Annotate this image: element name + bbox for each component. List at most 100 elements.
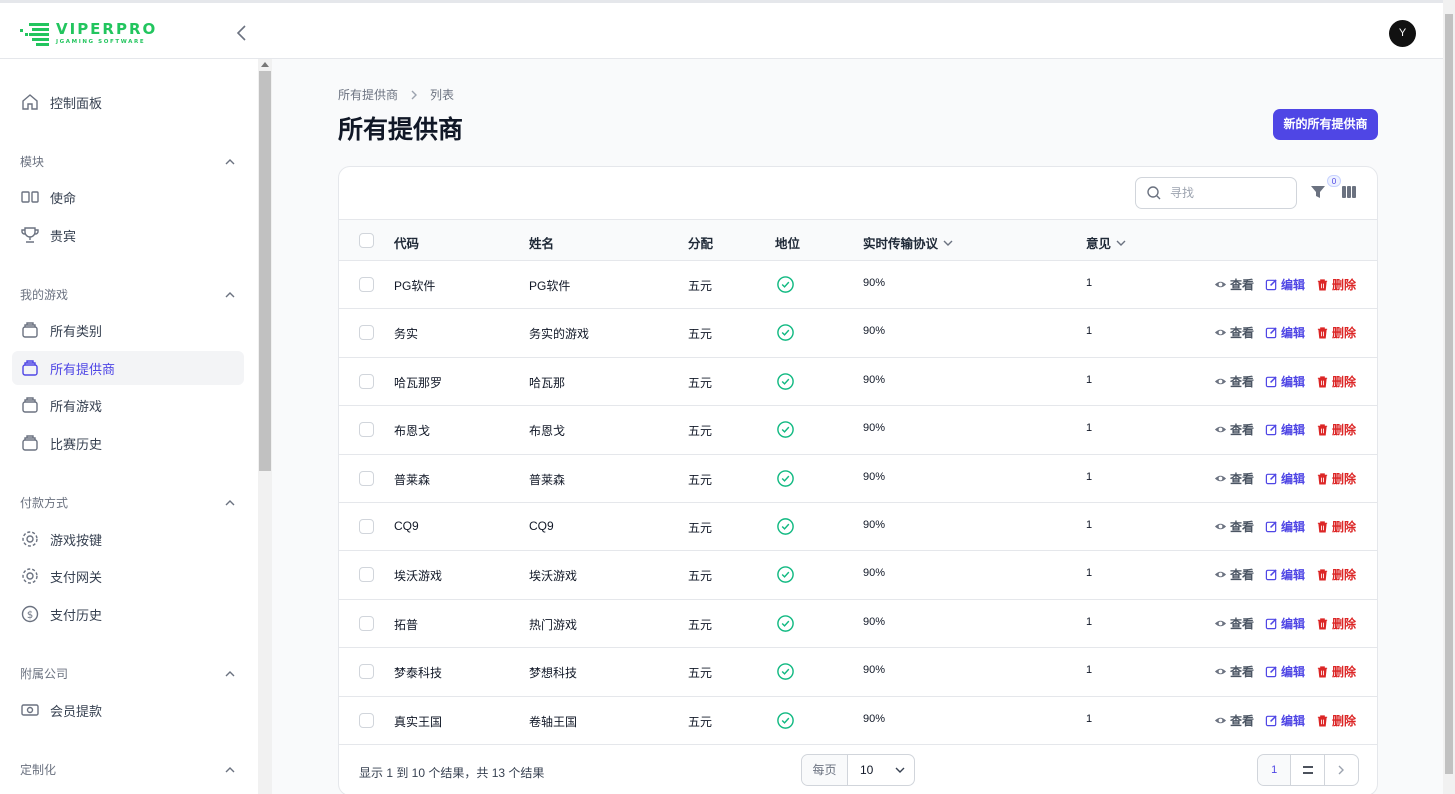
sidebar-scrollbar[interactable] <box>258 59 272 794</box>
user-avatar[interactable]: Y <box>1389 20 1416 47</box>
stack-icon <box>22 322 38 338</box>
delete-button[interactable]: 删除 <box>1316 566 1356 583</box>
edit-button[interactable]: 编辑 <box>1265 518 1305 535</box>
next-page-button[interactable] <box>1325 755 1358 785</box>
sidebar-item-dashboard[interactable]: 控制面板 <box>12 85 244 119</box>
page-ellipsis-button[interactable] <box>1291 755 1325 785</box>
breadcrumb-parent[interactable]: 所有提供商 <box>338 86 398 103</box>
column-header-rtp[interactable]: 实时传输协议 <box>863 233 954 252</box>
table-header: 代码 姓名 分配 地位 实时传输协议 意见 <box>339 219 1377 261</box>
sidebar-item-label: 所有提供商 <box>50 361 116 377</box>
pencil-square-icon <box>1265 472 1277 484</box>
sidebar-item-all-providers[interactable]: 所有提供商 <box>12 351 244 385</box>
view-button[interactable]: 查看 <box>1214 712 1254 729</box>
sidebar-item-missions[interactable]: 使命 <box>12 180 244 214</box>
edit-button[interactable]: 编辑 <box>1265 663 1305 680</box>
sidebar-group-modules[interactable]: 模块 <box>20 153 236 170</box>
chevron-down-icon <box>1116 240 1126 246</box>
sidebar-item-match-history[interactable]: 比赛历史 <box>12 426 244 460</box>
new-provider-button[interactable]: 新的所有提供商 <box>1273 109 1378 140</box>
edit-button[interactable]: 编辑 <box>1265 421 1305 438</box>
pencil-square-icon <box>1265 666 1277 678</box>
chevron-right-icon <box>411 90 418 99</box>
row-checkbox[interactable] <box>359 712 374 728</box>
sidebar-item-payment-history[interactable]: $ 支付历史 <box>12 597 244 631</box>
cell-distribution: 五元 <box>688 375 713 390</box>
sidebar-item-vip[interactable]: 贵宾 <box>12 218 244 252</box>
delete-button[interactable]: 删除 <box>1316 324 1356 341</box>
delete-button[interactable]: 删除 <box>1316 421 1356 438</box>
trash-icon <box>1317 472 1328 485</box>
trash-icon <box>1317 521 1328 533</box>
view-button[interactable]: 查看 <box>1214 276 1254 293</box>
sidebar-item-label: 所有类别 <box>50 323 103 339</box>
delete-button[interactable]: 删除 <box>1316 663 1356 680</box>
page-button-current[interactable]: 1 <box>1258 755 1292 785</box>
delete-button[interactable]: 删除 <box>1316 615 1356 632</box>
row-checkbox[interactable] <box>359 325 374 341</box>
row-checkbox[interactable] <box>359 422 374 438</box>
delete-button[interactable]: 删除 <box>1316 518 1356 535</box>
row-checkbox[interactable] <box>359 519 374 534</box>
view-button[interactable]: 查看 <box>1214 421 1254 438</box>
cell-views: 1 <box>1086 373 1093 386</box>
sidebar-group-my-games[interactable]: 我的游戏 <box>20 286 236 303</box>
sidebar-item-all-games[interactable]: 所有游戏 <box>12 388 244 422</box>
check-circle-icon <box>777 276 794 293</box>
sidebar-item-payment-gateway[interactable]: 支付网关 <box>12 559 244 593</box>
sidebar-item-member-withdrawals[interactable]: 会员提款 <box>12 693 244 727</box>
page-scrollbar[interactable] <box>1443 0 1455 794</box>
breadcrumb: 所有提供商 列表 <box>338 86 454 103</box>
delete-button[interactable]: 删除 <box>1316 373 1356 390</box>
filter-icon[interactable] <box>1310 184 1326 200</box>
columns-icon[interactable] <box>1341 184 1357 200</box>
delete-button[interactable]: 删除 <box>1316 712 1356 729</box>
edit-button[interactable]: 编辑 <box>1265 566 1305 583</box>
row-actions: 查看 编辑 删除 <box>1214 276 1356 293</box>
edit-button[interactable]: 编辑 <box>1265 712 1305 729</box>
sidebar-item-all-categories[interactable]: 所有类别 <box>12 313 244 347</box>
cell-code: CQ9 <box>394 519 419 533</box>
edit-button[interactable]: 编辑 <box>1265 276 1305 293</box>
per-page-select[interactable]: 每页 10 <box>801 754 915 786</box>
sidebar-group-payment-methods[interactable]: 付款方式 <box>20 494 236 511</box>
delete-button[interactable]: 删除 <box>1316 470 1356 487</box>
collapse-sidebar-icon[interactable] <box>232 23 252 43</box>
brand-logo[interactable]: VIPERPRO JGAMING SOFTWARE <box>20 20 157 46</box>
row-checkbox[interactable] <box>359 373 374 389</box>
view-button[interactable]: 查看 <box>1214 663 1254 680</box>
row-checkbox[interactable] <box>359 470 374 486</box>
trash-icon <box>1317 376 1328 388</box>
cell-name: 卷轴王国 <box>529 714 578 729</box>
row-checkbox[interactable] <box>359 615 374 631</box>
edit-button[interactable]: 编辑 <box>1265 324 1305 341</box>
sidebar-group-customization[interactable]: 定制化 <box>20 761 236 778</box>
cell-rtp: 90% <box>863 664 886 677</box>
sidebar-item-game-keys[interactable]: 游戏按键 <box>12 522 244 556</box>
edit-button[interactable]: 编辑 <box>1265 470 1305 487</box>
delete-button[interactable]: 删除 <box>1316 276 1356 293</box>
edit-button[interactable]: 编辑 <box>1265 615 1305 632</box>
select-all-checkbox[interactable] <box>359 233 374 248</box>
sidebar-item-label: 所有游戏 <box>50 398 103 414</box>
check-circle-icon <box>777 518 794 535</box>
trash-icon <box>1317 327 1328 339</box>
eye-icon <box>1214 572 1227 578</box>
sidebar-group-affiliates[interactable]: 附属公司 <box>20 665 236 682</box>
row-checkbox[interactable] <box>359 664 374 680</box>
view-button[interactable]: 查看 <box>1214 615 1254 632</box>
sidebar-item-label: 比赛历史 <box>50 436 103 452</box>
cell-views: 1 <box>1086 325 1093 338</box>
search-input[interactable] <box>1170 186 1280 200</box>
view-button[interactable]: 查看 <box>1214 373 1254 390</box>
row-checkbox[interactable] <box>359 567 374 583</box>
column-header-views[interactable]: 意见 <box>1086 233 1127 252</box>
row-checkbox[interactable] <box>359 277 374 292</box>
view-button[interactable]: 查看 <box>1214 518 1254 535</box>
view-button[interactable]: 查看 <box>1214 324 1254 341</box>
row-actions: 查看 编辑 删除 <box>1214 518 1356 535</box>
search-box[interactable] <box>1135 177 1297 209</box>
view-button[interactable]: 查看 <box>1214 566 1254 583</box>
view-button[interactable]: 查看 <box>1214 470 1254 487</box>
edit-button[interactable]: 编辑 <box>1265 373 1305 390</box>
